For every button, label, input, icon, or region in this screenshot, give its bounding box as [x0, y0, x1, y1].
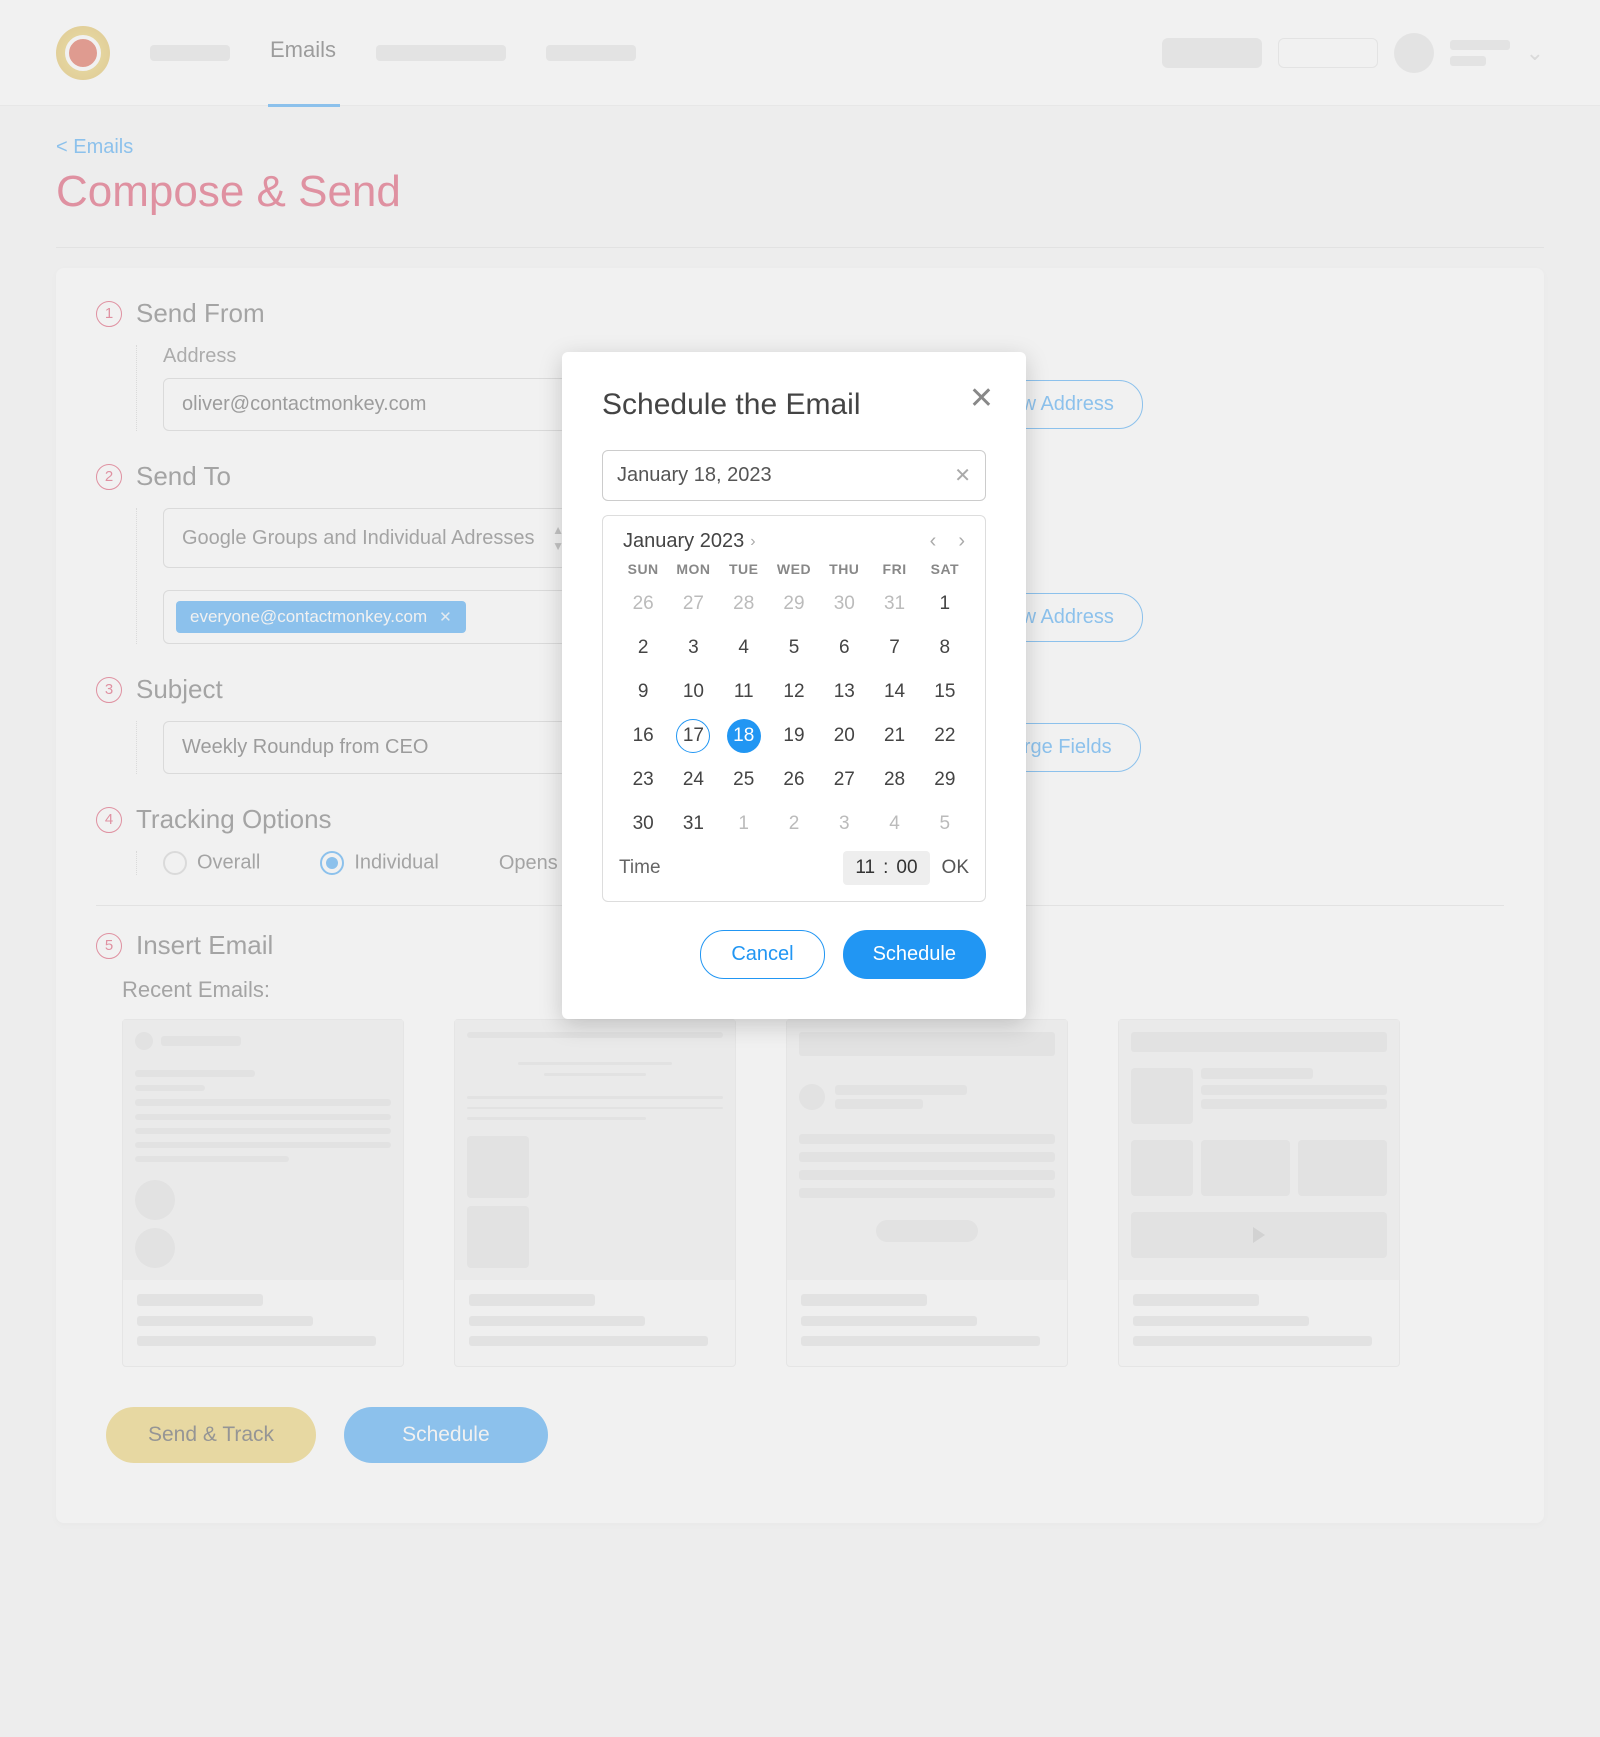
calendar-day[interactable]: 4	[720, 631, 768, 665]
cancel-button[interactable]: Cancel	[700, 930, 824, 979]
calendar-month-label[interactable]: January 2023›	[623, 530, 756, 553]
calendar-day: 2	[770, 807, 818, 841]
calendar-day: 3	[820, 807, 868, 841]
calendar-day[interactable]: 28	[870, 763, 918, 797]
calendar-day[interactable]: 27	[820, 763, 868, 797]
calendar-weekday: THU	[820, 561, 868, 577]
calendar-day[interactable]: 22	[921, 719, 969, 753]
calendar-day[interactable]: 14	[870, 675, 918, 709]
calendar-day: 26	[619, 587, 667, 621]
calendar-weekday: SUN	[619, 561, 667, 577]
calendar-day[interactable]: 17	[676, 719, 710, 753]
calendar-day: 28	[720, 587, 768, 621]
calendar-day[interactable]: 9	[619, 675, 667, 709]
calendar-day[interactable]: 5	[770, 631, 818, 665]
calendar-day: 31	[870, 587, 918, 621]
calendar-weekday: TUE	[720, 561, 768, 577]
schedule-modal: Schedule the Email ✕ January 18, 2023 ✕ …	[562, 352, 1026, 1019]
calendar-weekday: MON	[669, 561, 717, 577]
calendar-day[interactable]: 24	[669, 763, 717, 797]
close-icon[interactable]: ✕	[969, 384, 994, 414]
time-label: Time	[619, 857, 661, 879]
calendar-day[interactable]: 21	[870, 719, 918, 753]
calendar-day: 1	[720, 807, 768, 841]
calendar-day[interactable]: 10	[669, 675, 717, 709]
calendar-day[interactable]: 25	[720, 763, 768, 797]
date-value: January 18, 2023	[617, 464, 772, 487]
calendar-weekday: FRI	[870, 561, 918, 577]
calendar-day[interactable]: 11	[720, 675, 768, 709]
calendar-day[interactable]: 3	[669, 631, 717, 665]
calendar-day[interactable]: 15	[921, 675, 969, 709]
calendar-day[interactable]: 23	[619, 763, 667, 797]
next-month-button[interactable]: ›	[958, 530, 965, 553]
calendar-day[interactable]: 6	[820, 631, 868, 665]
calendar-weekday: WED	[770, 561, 818, 577]
calendar: January 2023› ‹› SUNMONTUEWEDTHUFRISAT26…	[602, 515, 986, 902]
calendar-day[interactable]: 31	[669, 807, 717, 841]
calendar-weekday: SAT	[921, 561, 969, 577]
calendar-day[interactable]: 19	[770, 719, 818, 753]
calendar-day: 27	[669, 587, 717, 621]
calendar-day: 4	[870, 807, 918, 841]
calendar-day[interactable]: 18	[727, 719, 761, 753]
calendar-day: 5	[921, 807, 969, 841]
calendar-day: 29	[770, 587, 818, 621]
calendar-grid: SUNMONTUEWEDTHUFRISAT2627282930311234567…	[619, 561, 969, 841]
calendar-day: 30	[820, 587, 868, 621]
calendar-day[interactable]: 30	[619, 807, 667, 841]
calendar-day[interactable]: 13	[820, 675, 868, 709]
prev-month-button[interactable]: ‹	[930, 530, 937, 553]
calendar-day[interactable]: 2	[619, 631, 667, 665]
date-input[interactable]: January 18, 2023 ✕	[602, 450, 986, 501]
confirm-schedule-button[interactable]: Schedule	[843, 930, 986, 979]
time-input[interactable]: 11:00	[843, 851, 929, 885]
calendar-day[interactable]: 16	[619, 719, 667, 753]
calendar-day[interactable]: 1	[921, 587, 969, 621]
calendar-day[interactable]: 8	[921, 631, 969, 665]
modal-title: Schedule the Email	[602, 388, 986, 422]
calendar-day[interactable]: 7	[870, 631, 918, 665]
clear-date-icon[interactable]: ✕	[954, 463, 971, 488]
calendar-day[interactable]: 12	[770, 675, 818, 709]
calendar-day[interactable]: 26	[770, 763, 818, 797]
time-ok-button[interactable]: OK	[942, 857, 969, 879]
chevron-right-icon: ›	[750, 533, 755, 551]
calendar-day[interactable]: 29	[921, 763, 969, 797]
calendar-day[interactable]: 20	[820, 719, 868, 753]
